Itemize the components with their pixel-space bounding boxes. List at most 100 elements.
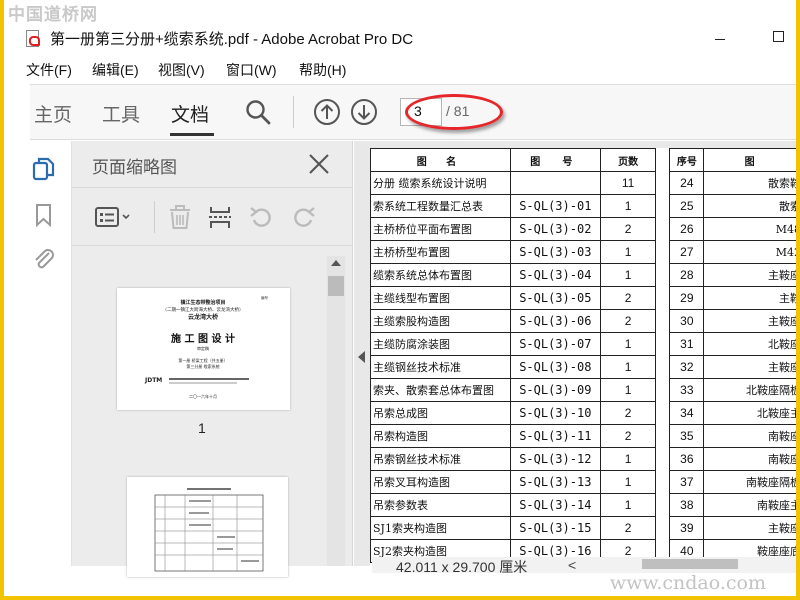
drawing-name-2-cell: 主鞍座 [703,516,796,540]
serial-number-cell: 37 [669,470,705,494]
drawing-name-2-cell: M42 [703,240,796,264]
header-drawing-name: 图 名 [370,148,511,172]
drawing-number-cell: S-QL(3)-04 [509,263,601,287]
drawing-name-cell: 索系统工程数量汇总表 [370,194,511,218]
tab-home[interactable]: 主页 [34,100,72,127]
serial-number-cell: 24 [669,171,705,195]
menu-bar: 文件(F) 编辑(E) 视图(V) 窗口(W) 帮助(H) [4,58,796,82]
tab-document[interactable]: 文档 [171,100,209,127]
next-page-icon[interactable] [350,98,378,126]
horizontal-scrollbar-thumb[interactable] [642,559,738,569]
page-count-cell: 2 [599,516,657,540]
table-gap-cell [655,355,671,379]
scroll-left-arrow-icon[interactable]: < [568,557,576,573]
thumb-bridge-name: 云龙湾大桥 [188,313,219,321]
drawing-name-2-cell: 北鞍座隔板 [703,378,796,402]
rotate-clockwise-icon[interactable] [288,203,318,231]
table-row: 吊索钢丝技术标准 S-QL(3)-12 1 36 南鞍座 [370,447,796,471]
insert-pages-icon[interactable] [205,203,235,231]
thumb-project-title: 镇江生态带整治项目 [180,299,225,306]
drawing-name-2-cell: 主鞍座 [703,309,796,333]
bookmark-icon[interactable] [30,201,58,229]
page-count-cell: 1 [599,378,657,402]
page-count-cell: 11 [599,171,657,195]
table-header-row: 图 名 图 号 页数 序号 图 [370,148,796,172]
page-thumbnail-2[interactable] [127,477,288,577]
table-gap-cell [655,263,671,287]
serial-number-cell: 33 [669,378,705,402]
rotate-counterclockwise-icon[interactable] [247,203,277,231]
menu-file[interactable]: 文件(F) [26,60,72,80]
page-thumbnail-1[interactable]: 编号 镇江生态带整治项目 （二期一镇江大跨海大桥、云龙湾大桥） 云龙湾大桥 施 … [117,288,290,410]
table-row: 主缆线型布置图 S-QL(3)-05 2 29 主鞍 [370,286,796,310]
page-count-cell: 1 [599,194,657,218]
table-gap-cell [655,332,671,356]
page-thumbnails-icon[interactable] [30,155,58,183]
page-count-cell: 1 [599,263,657,287]
watermark-bottom: www.cndao.com [609,572,766,594]
maximize-icon[interactable] [773,31,784,42]
drawing-number-cell: S-QL(3)-15 [509,516,601,540]
header-serial-number: 序号 [669,148,705,172]
thumb-project-subtitle: （二期一镇江大跨海大桥、云龙湾大桥） [163,306,244,313]
drawing-name-2-cell: 南鞍座主 [703,493,796,517]
toolbar-divider [293,96,294,128]
options-menu-icon[interactable] [94,203,134,231]
thumbnail-1-label: 1 [198,420,206,436]
tab-tools[interactable]: 工具 [102,100,140,127]
page-count-cell: 2 [599,217,657,241]
serial-number-cell: 26 [669,217,705,241]
page-count-cell: 2 [599,424,657,448]
search-icon[interactable] [245,99,271,125]
document-view[interactable]: 图 名 图 号 页数 序号 图 分册 缆索系统设计说明 11 24 散索鞍 索系统工程数… [354,141,796,566]
drawing-name-2-cell: 主鞍座 [703,355,796,379]
thumb-part-label: 第三分册 缆索系统 [186,363,219,369]
serial-number-cell: 32 [669,355,705,379]
previous-page-icon[interactable] [313,98,341,126]
drawing-name-cell: 吊索参数表 [370,493,511,517]
page-count-cell: 1 [599,240,657,264]
window-title: 第一册第三分册+缆索系统.pdf - Adobe Acrobat Pro DC [50,31,414,48]
drawing-name-cell: 主缆防腐涂装图 [370,332,511,356]
minimize-icon[interactable] [715,39,725,40]
table-row: 分册 缆索系统设计说明 11 24 散索鞍 [370,171,796,195]
drawing-number-cell: S-QL(3)-01 [509,194,601,218]
drawing-name-cell: 主桥桥型布置图 [370,240,511,264]
drawing-name-cell: 缆索系统总体布置图 [370,263,511,287]
thumbnail-panel: 页面缩略图 编号 镇江生态带整治项目 （二期一镇江大跨海大桥、云龙湾大桥） 云龙… [72,141,353,577]
menu-view[interactable]: 视图(V) [158,60,205,80]
menu-edit[interactable]: 编辑(E) [92,60,139,80]
collapse-panel-arrow-icon[interactable] [358,351,365,363]
serial-number-cell: 27 [669,240,705,264]
drawing-number-cell: S-QL(3)-12 [509,447,601,471]
thumb-company-logo: JDTM [144,377,162,384]
status-bar: 42.011 x 29.700 厘米 < [372,557,796,575]
drawing-name-2-cell: 主鞍座 [703,263,796,287]
cover-page-preview: 编号 镇江生态带整治项目 （二期一镇江大跨海大桥、云龙湾大桥） 云龙湾大桥 施 … [144,295,269,399]
thumbnail-scrollbar[interactable] [327,256,345,566]
annotation-ellipse [405,94,503,130]
page-count-cell: 1 [599,332,657,356]
delete-icon[interactable] [165,203,195,231]
drawing-name-cell: 主缆钢丝技术标准 [370,355,511,379]
drawing-name-2-cell: 主鞍 [703,286,796,310]
table-gap-cell [655,516,671,540]
drawing-name-cell: 吊索构造图 [370,424,511,448]
table-gap-cell [655,309,671,333]
menu-window[interactable]: 窗口(W) [226,60,277,80]
thumb-date: 二〇一六年十月 [189,393,217,399]
table-gap-cell [655,286,671,310]
drawing-name-2-cell: 南鞍座 [703,447,796,471]
drawing-name-2-cell: 南鞍座 [703,424,796,448]
scrollbar-thumb[interactable] [328,276,344,296]
serial-number-cell: 28 [669,263,705,287]
drawing-number-cell: S-QL(3)-06 [509,309,601,333]
drawing-number-cell: S-QL(3)-14 [509,493,601,517]
serial-number-cell: 29 [669,286,705,310]
drawing-number-cell: S-QL(3)-11 [509,424,601,448]
menu-help[interactable]: 帮助(H) [299,60,346,80]
table-gap-cell [655,240,671,264]
scroll-up-arrow-icon[interactable] [331,260,341,266]
close-icon[interactable] [308,153,330,175]
attachment-icon[interactable] [30,245,58,273]
